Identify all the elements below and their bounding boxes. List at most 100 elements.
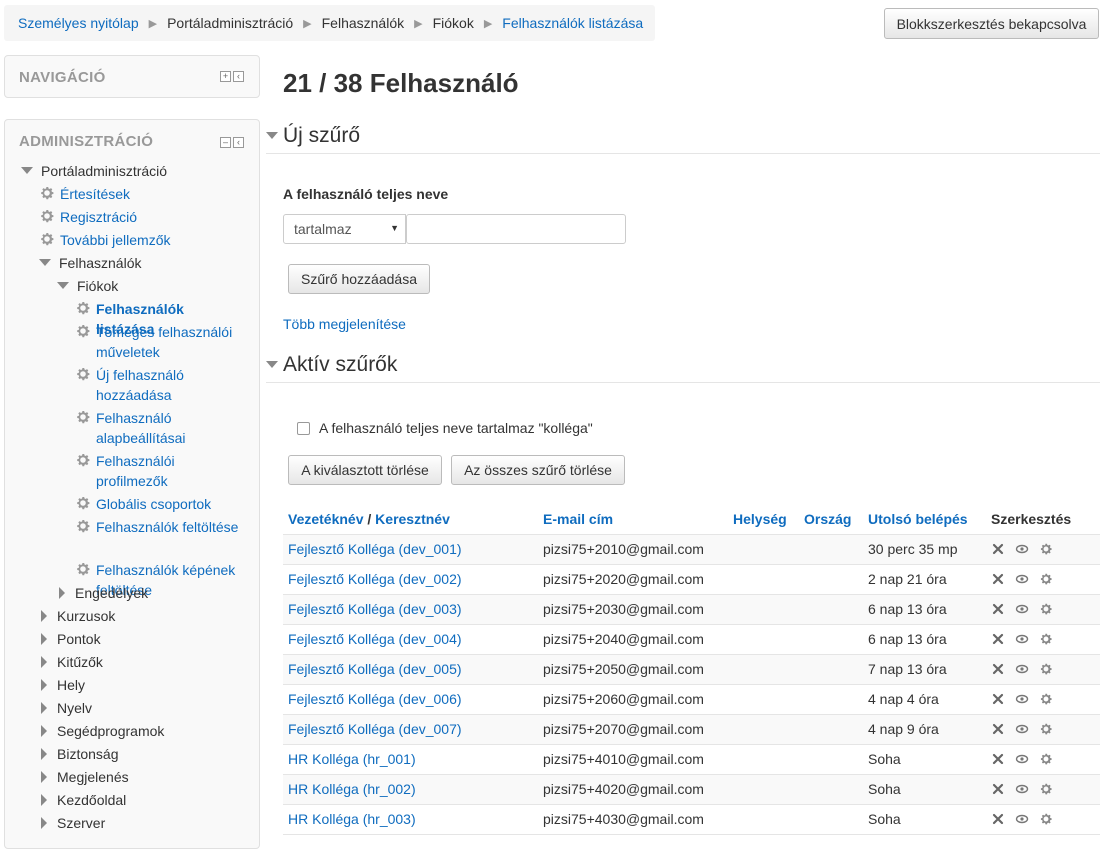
remove-all-filters-button[interactable]: Az összes szűrő törlése bbox=[451, 455, 625, 485]
gear-icon[interactable] bbox=[1039, 812, 1053, 826]
eye-icon[interactable] bbox=[1015, 752, 1029, 766]
eye-icon[interactable] bbox=[1015, 602, 1029, 616]
eye-icon[interactable] bbox=[1015, 692, 1029, 706]
admin-tree-item[interactable]: Engedélyek bbox=[57, 583, 148, 603]
admin-tree-item[interactable]: Új felhasználó hozzáadása bbox=[75, 365, 246, 405]
block-editing-button[interactable]: Blokkszerkesztés bekapcsolva bbox=[884, 8, 1099, 39]
sort-email-link[interactable]: E-mail cím bbox=[538, 504, 728, 535]
admin-tree-item[interactable]: Felhasználó alapbeállításai bbox=[75, 408, 246, 448]
user-name-link[interactable]: Fejlesztő Kolléga (dev_004) bbox=[283, 624, 538, 655]
eye-icon[interactable] bbox=[1015, 632, 1029, 646]
table-row: Fejlesztő Kolléga (dev_006) pizsi75+2060@… bbox=[283, 684, 1100, 715]
user-name-link[interactable]: HR Kolléga (hr_003) bbox=[283, 804, 538, 835]
user-city bbox=[728, 624, 799, 655]
user-name-link[interactable]: Fejlesztő Kolléga (dev_003) bbox=[283, 594, 538, 625]
gear-icon[interactable] bbox=[1039, 602, 1053, 616]
delete-icon[interactable] bbox=[991, 752, 1005, 766]
operator-select[interactable]: tartalmaz ▼ bbox=[283, 214, 406, 244]
eye-icon[interactable] bbox=[1015, 722, 1029, 736]
user-name-link[interactable]: Fejlesztő Kolléga (dev_001) bbox=[283, 534, 538, 565]
user-actions bbox=[986, 684, 1100, 715]
admin-tree-item[interactable]: Segédprogramok bbox=[39, 721, 164, 741]
breadcrumb-site-admin[interactable]: Portáladminisztráció bbox=[167, 15, 293, 31]
active-filter-checkbox[interactable] bbox=[297, 421, 310, 435]
add-filter-button[interactable]: Szűrő hozzáadása bbox=[288, 264, 430, 294]
admin-tree-item[interactable]: Szerver bbox=[39, 813, 105, 833]
minimize-icon[interactable]: – bbox=[220, 137, 231, 148]
gear-icon[interactable] bbox=[1039, 782, 1053, 796]
admin-tree-item[interactable]: Tömeges felhasználói műveletek bbox=[75, 322, 246, 362]
delete-icon[interactable] bbox=[991, 632, 1005, 646]
user-name-link[interactable]: Fejlesztő Kolléga (dev_007) bbox=[283, 714, 538, 745]
gear-icon[interactable] bbox=[1039, 752, 1053, 766]
show-more-link[interactable]: Több megjelenítése bbox=[283, 316, 406, 332]
delete-icon[interactable] bbox=[991, 812, 1005, 826]
delete-icon[interactable] bbox=[991, 722, 1005, 736]
delete-icon[interactable] bbox=[991, 692, 1005, 706]
table-row: Fejlesztő Kolléga (dev_007) pizsi75+2070@… bbox=[283, 714, 1100, 745]
user-lastaccess: 30 perc 35 mp bbox=[863, 534, 986, 565]
admin-tree-item[interactable]: Értesítések bbox=[39, 184, 130, 204]
gear-icon[interactable] bbox=[1039, 722, 1053, 736]
admin-tree-item[interactable]: Pontok bbox=[39, 629, 101, 649]
gear-icon[interactable] bbox=[1039, 632, 1053, 646]
user-name-link[interactable]: HR Kolléga (hr_002) bbox=[283, 774, 538, 805]
breadcrumb-browse-users[interactable]: Felhasználók listázása bbox=[502, 15, 643, 31]
admin-tree-item[interactable]: Kitűzők bbox=[39, 652, 103, 672]
admin-tree-item[interactable]: További jellemzők bbox=[39, 230, 171, 250]
gear-icon bbox=[41, 187, 54, 200]
admin-tree-item[interactable]: Megjelenés bbox=[39, 767, 129, 787]
eye-icon[interactable] bbox=[1015, 782, 1029, 796]
delete-icon[interactable] bbox=[991, 542, 1005, 556]
sort-lastname-link[interactable]: Vezetéknév bbox=[288, 511, 364, 527]
dock-icon[interactable]: + bbox=[220, 71, 231, 82]
breadcrumb-accounts[interactable]: Fiókok bbox=[433, 15, 474, 31]
delete-icon[interactable] bbox=[991, 572, 1005, 586]
eye-icon[interactable] bbox=[1015, 662, 1029, 676]
eye-icon[interactable] bbox=[1015, 542, 1029, 556]
admin-tree-item[interactable]: Hely bbox=[39, 675, 85, 695]
admin-tree-item[interactable]: Kurzusok bbox=[39, 606, 115, 626]
collapse-icon[interactable]: ‹ bbox=[233, 71, 244, 82]
gear-icon[interactable] bbox=[1039, 662, 1053, 676]
admin-tree-item[interactable]: Felhasználók feltöltése bbox=[75, 517, 238, 537]
admin-tree-label: Felhasználók feltöltése bbox=[96, 519, 239, 535]
user-name-link[interactable]: HR Kolléga (hr_001) bbox=[283, 744, 538, 775]
admin-tree-item[interactable]: Regisztráció bbox=[39, 207, 137, 227]
admin-tree-item[interactable]: Kezdőoldal bbox=[39, 790, 126, 810]
gear-icon bbox=[77, 563, 90, 576]
admin-tree-item[interactable]: Nyelv bbox=[39, 698, 92, 718]
navigation-block-title[interactable]: NAVIGÁCIÓ bbox=[19, 69, 106, 86]
admin-tree-item[interactable]: Felhasználói profilmezők bbox=[75, 451, 246, 491]
gear-icon[interactable] bbox=[1039, 542, 1053, 556]
sort-country-link[interactable]: Ország bbox=[799, 504, 863, 535]
eye-icon[interactable] bbox=[1015, 572, 1029, 586]
admin-tree-item[interactable]: Globális csoportok bbox=[75, 494, 211, 514]
administration-block-title[interactable]: ADMINISZTRÁCIÓ bbox=[19, 133, 153, 150]
user-name-link[interactable]: Fejlesztő Kolléga (dev_005) bbox=[283, 654, 538, 685]
delete-icon[interactable] bbox=[991, 602, 1005, 616]
sort-firstname-link[interactable]: Keresztnév bbox=[375, 511, 450, 527]
gear-icon[interactable] bbox=[1039, 572, 1053, 586]
fullname-filter-input[interactable] bbox=[406, 214, 626, 244]
breadcrumb-users[interactable]: Felhasználók bbox=[322, 15, 405, 31]
table-row: HR Kolléga (hr_001) pizsi75+4010@gmail.co… bbox=[283, 744, 1100, 775]
admin-tree-item[interactable]: Portáladminisztráció bbox=[21, 161, 167, 181]
user-name-link[interactable]: Fejlesztő Kolléga (dev_002) bbox=[283, 564, 538, 595]
sort-lastaccess-link[interactable]: Utolsó belépés bbox=[863, 504, 986, 535]
admin-tree-label: Biztonság bbox=[57, 746, 119, 762]
user-name-link[interactable]: Fejlesztő Kolléga (dev_006) bbox=[283, 684, 538, 715]
remove-selected-button[interactable]: A kiválasztott törlése bbox=[288, 455, 442, 485]
delete-icon[interactable] bbox=[991, 782, 1005, 796]
active-filters-section-header[interactable]: Aktív szűrők bbox=[266, 347, 1100, 383]
eye-icon[interactable] bbox=[1015, 812, 1029, 826]
collapse-icon[interactable]: ‹ bbox=[233, 137, 244, 148]
breadcrumb-home[interactable]: Személyes nyitólap bbox=[18, 15, 139, 31]
gear-icon[interactable] bbox=[1039, 692, 1053, 706]
new-filter-section-header[interactable]: Új szűrő bbox=[266, 118, 1100, 154]
sort-city-link[interactable]: Helység bbox=[728, 504, 799, 535]
delete-icon[interactable] bbox=[991, 662, 1005, 676]
admin-tree-item[interactable]: Felhasználók bbox=[39, 253, 142, 273]
admin-tree-item[interactable]: Biztonság bbox=[39, 744, 118, 764]
admin-tree-item[interactable]: Fiókok bbox=[57, 276, 118, 296]
